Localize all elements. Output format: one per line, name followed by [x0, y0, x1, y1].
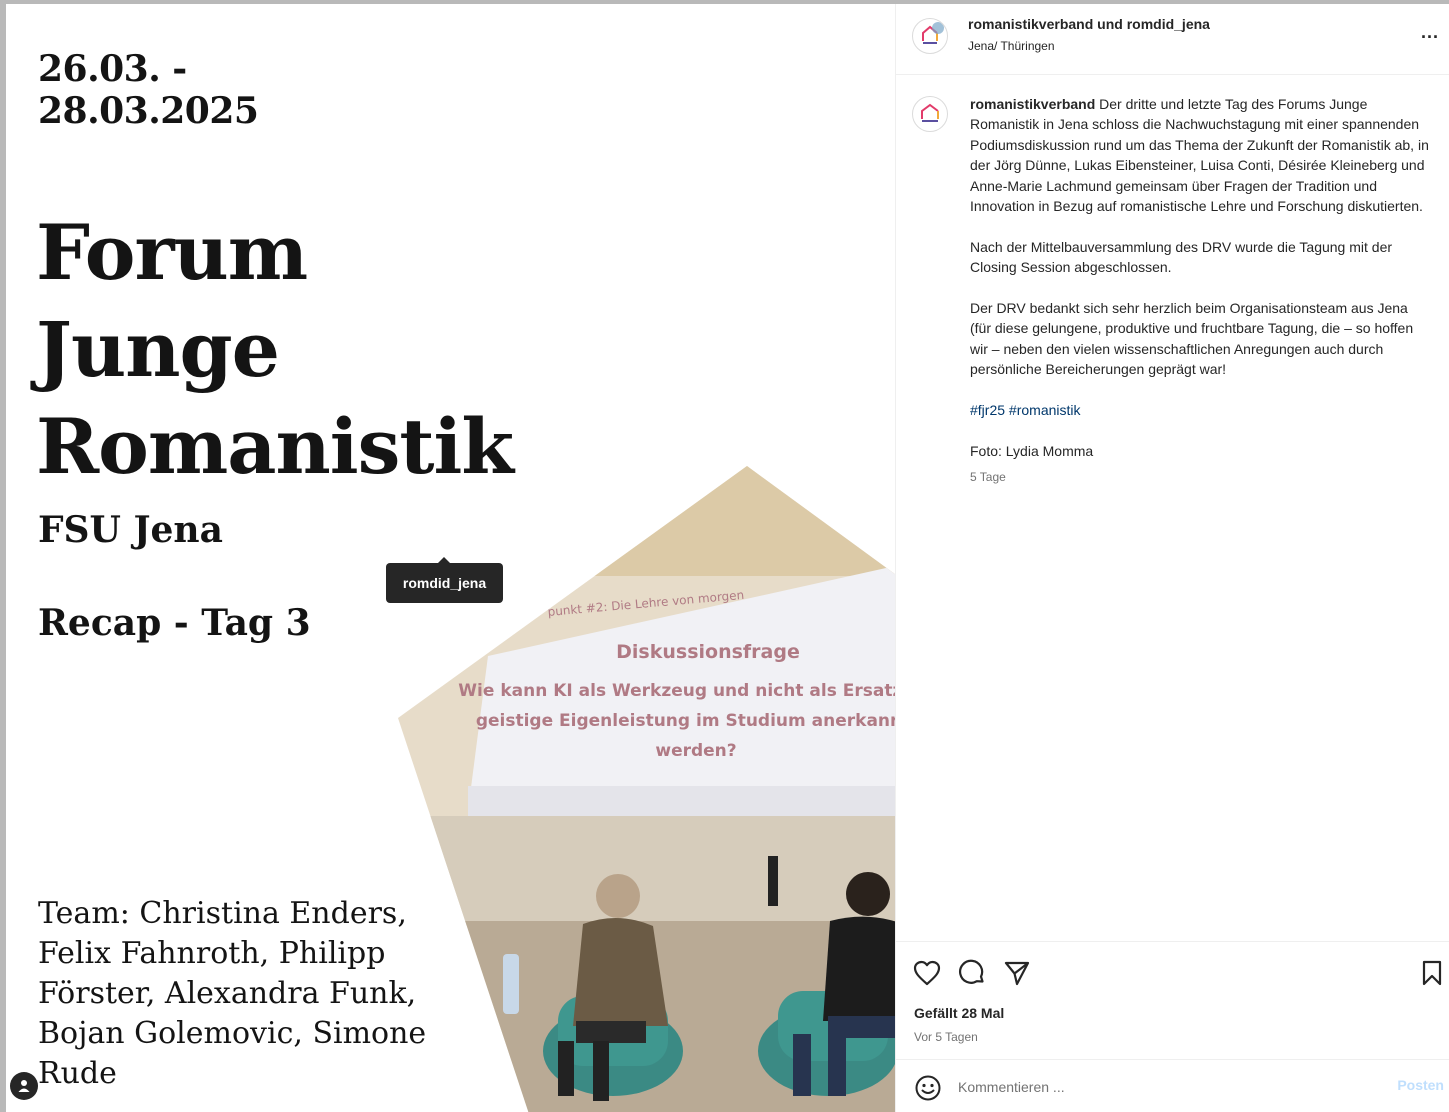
- slide-question-line-1: Wie kann KI als Werkzeug und nicht als E…: [458, 681, 895, 701]
- caption-avatar[interactable]: [912, 96, 948, 132]
- team-credits: Team: Christina Enders, Felix Fahnroth, …: [38, 896, 427, 1091]
- event-title: Forum Junge Romanistik: [36, 208, 514, 491]
- event-date: 26.03. - 28.03.2025: [38, 48, 259, 132]
- bookmark-icon[interactable]: [1417, 958, 1447, 988]
- heart-icon[interactable]: [912, 958, 942, 988]
- post-caption: romanistikverband Der dritte und letzte …: [970, 94, 1432, 487]
- romanistikverband-logo: [922, 22, 944, 44]
- post-actions: Gefällt 28 Mal Vor 5 Tagen: [896, 941, 1449, 1058]
- post-image[interactable]: 26.03. - 28.03.2025 Forum Junge Romanist…: [6, 4, 895, 1112]
- comment-icon[interactable]: [957, 958, 987, 988]
- caption-timestamp[interactable]: 5 Tage: [970, 467, 1432, 487]
- caption-hashtags: #fjr25 #romanistik: [970, 400, 1432, 420]
- caption-paragraph-1: romanistikverband Der dritte und letzte …: [970, 94, 1432, 216]
- caption-paragraph-2: Nach der Mittelbauversammlung des DRV wu…: [970, 238, 1393, 276]
- post-comment-button[interactable]: Posten: [1397, 1077, 1444, 1093]
- recap-label: Recap - Tag 3: [38, 602, 311, 644]
- romanistikverband-logo: [921, 103, 939, 122]
- post-date[interactable]: Vor 5 Tagen: [914, 1030, 978, 1044]
- comment-input[interactable]: [958, 1076, 1378, 1098]
- post-sidebar: romanistikverband und romdid_jena Jena/ …: [895, 4, 1449, 1112]
- caption-paragraph-3: Der DRV bedankt sich sehr herzlich beim …: [970, 300, 1414, 378]
- hashtag-romanistik[interactable]: #romanistik: [1009, 402, 1081, 418]
- event-location: FSU Jena: [38, 509, 223, 551]
- emoji-icon[interactable]: [914, 1074, 942, 1102]
- user-tag-tooltip[interactable]: romdid_jena: [386, 557, 503, 603]
- hashtag-fjr25[interactable]: #fjr25: [970, 402, 1005, 418]
- post-header: romanistikverband und romdid_jena Jena/ …: [896, 4, 1449, 75]
- slide-question-line-2: geistige Eigenleistung im Studium anerka…: [476, 711, 895, 731]
- caption-area: romanistikverband Der dritte und letzte …: [896, 76, 1449, 942]
- caption-username[interactable]: romanistikverband: [970, 96, 1095, 112]
- user-tags-icon[interactable]: [10, 1072, 38, 1100]
- author-avatar[interactable]: [912, 18, 948, 54]
- caption-text-1: Der dritte und letzte Tag des Forums Jun…: [970, 96, 1429, 215]
- comment-bar: Posten: [896, 1059, 1449, 1112]
- more-options-button[interactable]: ...: [1421, 22, 1439, 43]
- post-authors[interactable]: romanistikverband und romdid_jena: [968, 16, 1210, 32]
- likes-count[interactable]: Gefällt 28 Mal: [914, 1005, 1004, 1021]
- photo-credit: Foto: Lydia Momma: [970, 442, 1094, 459]
- post-location[interactable]: Jena/ Thüringen: [968, 39, 1055, 53]
- share-icon[interactable]: [1002, 958, 1032, 988]
- slide-question-line-3: werden?: [655, 741, 736, 761]
- slide-heading: Diskussionsfrage: [616, 641, 800, 663]
